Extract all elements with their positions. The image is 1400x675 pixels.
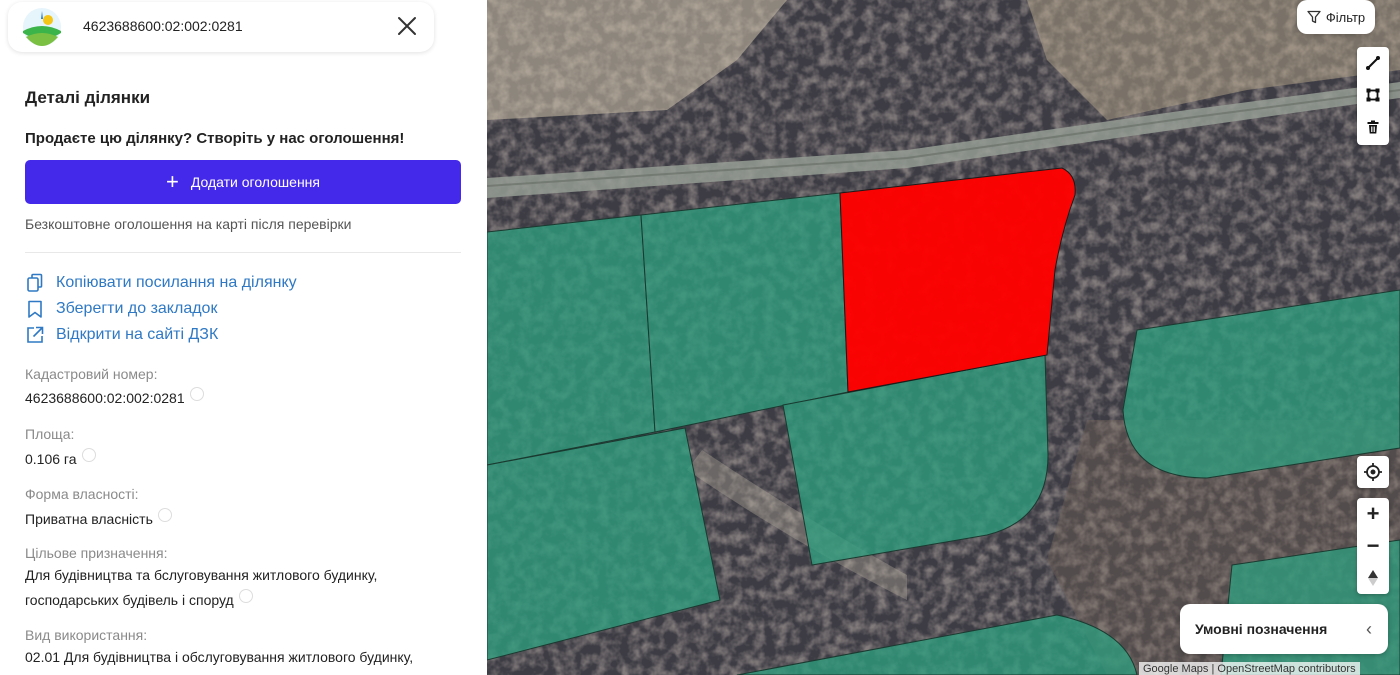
usage-type-value: 02.01 Для будівництва і обслуговування ж…	[25, 649, 414, 665]
ownership-label: Форма власності:	[25, 486, 139, 502]
save-bookmark-label: Зберегти до закладок	[56, 300, 218, 317]
usage-type-label: Вид використання:	[25, 627, 148, 643]
purpose-value-line2: господарських будівель і споруд	[25, 589, 253, 610]
divider	[25, 252, 461, 253]
filter-button[interactable]: Фільтр	[1297, 0, 1375, 34]
draw-line-button[interactable]	[1357, 47, 1389, 79]
area-value: 0.106 га	[25, 448, 96, 469]
zoom-in-icon: +	[1366, 501, 1380, 526]
filter-icon	[1307, 10, 1321, 24]
draw-polygon-icon	[1366, 88, 1380, 102]
map-view[interactable]: Фільтр + − Умовні позначення ‹ Google Ma…	[487, 0, 1400, 675]
area-text: 0.106 га	[25, 451, 77, 467]
ownership-text: Приватна власність	[25, 511, 153, 527]
purpose-label: Цільове призначення:	[25, 545, 168, 561]
info-icon[interactable]	[157, 508, 172, 522]
app-logo-icon[interactable]	[22, 7, 62, 47]
zoom-out-icon: −	[1366, 533, 1380, 558]
zoom-controls: + −	[1357, 498, 1389, 594]
bookmark-icon	[28, 300, 42, 318]
cadastral-number-text: 4623688600:02:002:0281	[25, 390, 185, 406]
open-dzk-link[interactable]: Відкрити на сайті ДЗК	[25, 325, 218, 345]
chevron-left-icon: ‹	[1366, 619, 1372, 639]
info-icon[interactable]	[81, 448, 96, 462]
land-parcel[interactable]	[640, 192, 849, 433]
land-parcel[interactable]	[487, 214, 656, 466]
cadastral-number-label: Кадастровий номер:	[25, 366, 158, 382]
section-title: Деталі ділянки	[25, 88, 151, 107]
open-dzk-label: Відкрити на сайті ДЗК	[56, 326, 219, 343]
close-icon[interactable]	[394, 13, 420, 39]
add-listing-button[interactable]: + Додати оголошення	[25, 160, 461, 204]
add-listing-label: Додати оголошення	[190, 174, 320, 190]
external-link-icon	[27, 326, 44, 343]
draw-line-icon	[1366, 56, 1380, 70]
plus-icon: +	[166, 169, 179, 194]
promo-text: Продаєте цю ділянку? Створіть у нас огол…	[25, 130, 405, 147]
legend-button[interactable]: Умовні позначення ‹	[1180, 604, 1388, 654]
drawing-tools	[1357, 47, 1389, 145]
compass-button[interactable]	[1357, 562, 1389, 594]
satellite-imagery	[487, 0, 1400, 675]
delete-drawing-button[interactable]	[1357, 111, 1389, 143]
area-label: Площа:	[25, 426, 75, 442]
save-bookmark-button[interactable]: Зберегти до закладок	[25, 299, 217, 319]
copy-link-label: Копіювати посилання на ділянку	[56, 274, 297, 291]
compass-icon	[1368, 570, 1378, 586]
locate-button[interactable]	[1357, 456, 1389, 488]
free-listing-note: Безкоштовне оголошення на карті після пе…	[25, 216, 352, 232]
draw-polygon-button[interactable]	[1357, 79, 1389, 111]
cadastral-number-title: 4623688600:02:002:0281	[83, 18, 243, 34]
ownership-value: Приватна власність	[25, 508, 172, 529]
parcel-details-panel: 4623688600:02:002:0281 Деталі ділянки Пр…	[0, 0, 487, 675]
filter-label: Фільтр	[1325, 9, 1366, 25]
info-icon[interactable]	[238, 589, 253, 603]
zoom-out-button[interactable]: −	[1357, 530, 1389, 562]
info-icon[interactable]	[189, 387, 204, 401]
copy-link-button[interactable]: Копіювати посилання на ділянку	[25, 273, 297, 293]
zoom-in-button[interactable]: +	[1357, 498, 1389, 530]
legend-label: Умовні позначення	[1195, 621, 1328, 637]
trash-icon	[1367, 120, 1379, 134]
purpose-text-line2: господарських будівель і споруд	[25, 592, 234, 608]
map-attribution: Google Maps | OpenStreetMap contributors	[1139, 662, 1360, 675]
purpose-value-line1: Для будівництва та бслуговування житлово…	[25, 567, 378, 583]
cadastral-number-value: 4623688600:02:002:0281	[25, 387, 204, 408]
search-header: 4623688600:02:002:0281	[8, 2, 434, 52]
locate-icon	[1364, 463, 1382, 481]
copy-icon	[27, 273, 43, 292]
